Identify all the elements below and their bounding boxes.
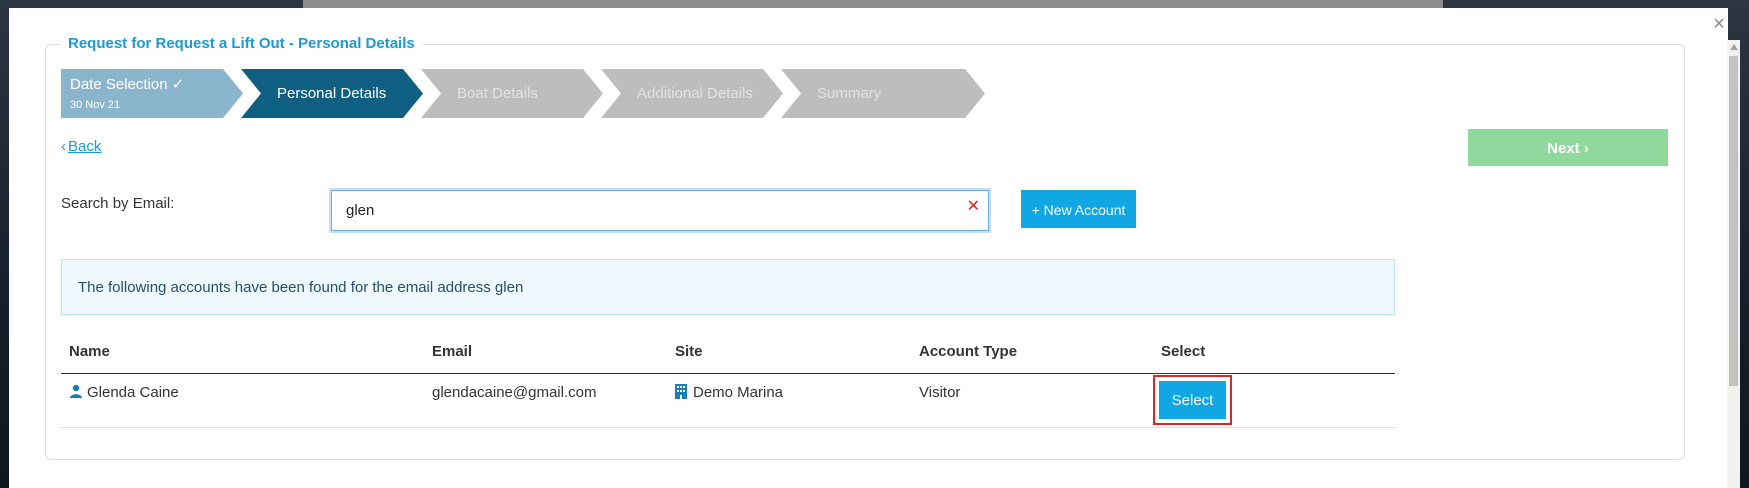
wizard-step-summary[interactable]: Summary: [781, 69, 985, 118]
info-message: The following accounts have been found f…: [78, 279, 524, 296]
wizard-step-label: Boat Details: [457, 85, 538, 102]
search-field: ✕: [331, 190, 989, 231]
site-name: Demo Marina: [693, 384, 784, 401]
cell-account-type: Visitor: [919, 384, 961, 401]
account-name: Glenda Caine: [87, 384, 179, 401]
wizard-step-label: Date Selection: [70, 76, 168, 93]
column-header-name: Name: [69, 343, 110, 360]
modal-scrollbar[interactable]: [1727, 40, 1740, 488]
wizard-step-date: 30 Nov 21: [70, 99, 121, 111]
back-label: Back: [68, 138, 102, 155]
check-icon: ✓: [171, 76, 185, 93]
wizard-step-label: Personal Details: [277, 85, 387, 102]
cell-site: Demo Marina: [675, 384, 783, 402]
cell-name: Glenda Caine: [69, 384, 179, 402]
scroll-up-arrow-icon[interactable]: [1730, 44, 1738, 50]
scrollbar-thumb[interactable]: [1729, 56, 1738, 386]
select-account-button[interactable]: Select: [1159, 381, 1226, 419]
cell-email: glendacaine@gmail.com: [432, 384, 597, 401]
chevron-right-icon: ›: [1583, 140, 1589, 157]
column-header-email: Email: [432, 343, 473, 360]
form-legend: Request for Request a Lift Out - Persona…: [60, 34, 423, 54]
column-header-select: Select: [1161, 343, 1206, 360]
next-label: Next: [1547, 140, 1580, 157]
back-link[interactable]: ‹ Back: [61, 138, 101, 156]
search-label: Search by Email:: [61, 195, 175, 212]
user-icon: [70, 384, 82, 398]
wizard-step-date-selection[interactable]: Date Selection ✓ 30 Nov 21: [61, 69, 243, 118]
table-header: Name Email Site Account Type Select: [61, 343, 1395, 374]
new-account-button[interactable]: + New Account: [1021, 190, 1136, 228]
wizard-step-additional-details[interactable]: Additional Details: [601, 69, 783, 118]
wizard-step-label: Additional Details: [637, 85, 753, 102]
building-icon: [675, 384, 687, 399]
chevron-left-icon: ‹: [61, 138, 66, 155]
info-alert: The following accounts have been found f…: [61, 259, 1395, 315]
wizard-step-boat-details[interactable]: Boat Details: [421, 69, 603, 118]
clear-icon[interactable]: ✕: [967, 199, 980, 215]
wizard-steps: Date Selection ✓ 30 Nov 21 Personal Deta…: [61, 69, 991, 118]
close-icon[interactable]: ×: [1710, 14, 1728, 34]
column-header-site: Site: [675, 343, 703, 360]
next-button[interactable]: Next ›: [1468, 129, 1668, 166]
wizard-step-personal-details[interactable]: Personal Details: [241, 69, 423, 118]
column-header-account-type: Account Type: [919, 343, 1018, 360]
wizard-step-label: Summary: [817, 85, 882, 102]
search-input[interactable]: [332, 191, 980, 230]
